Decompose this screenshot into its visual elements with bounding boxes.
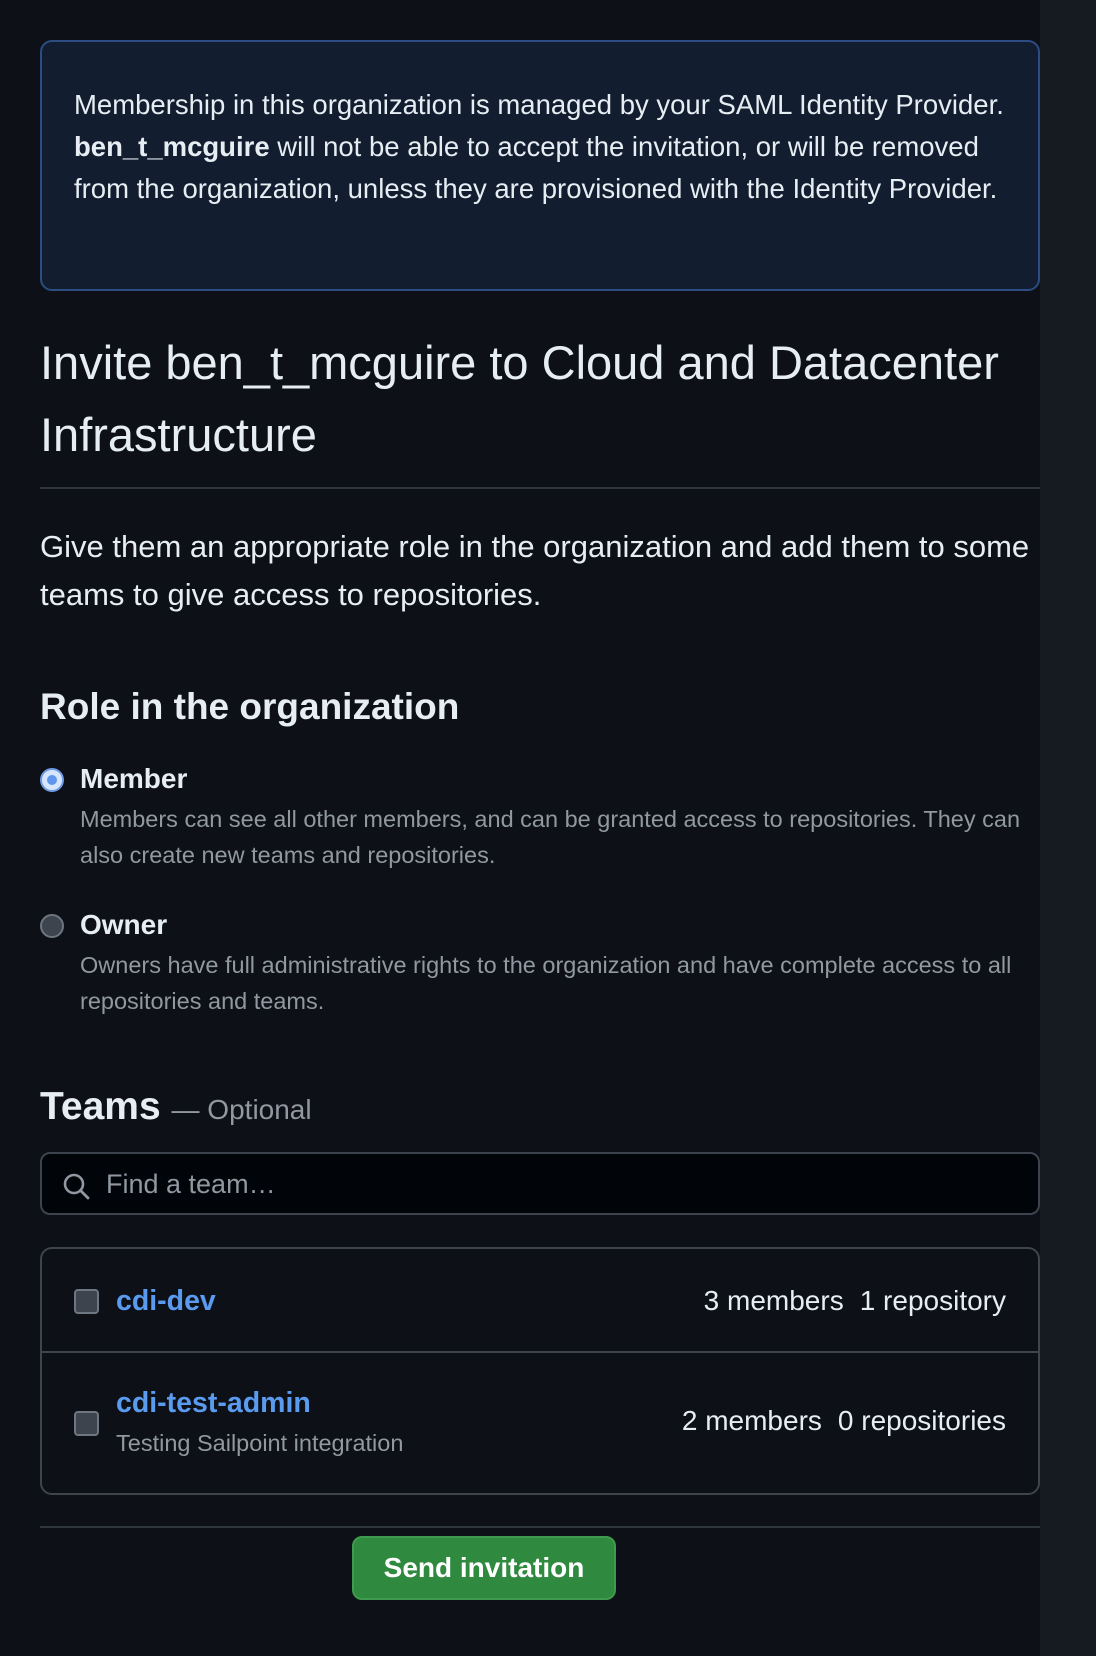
teams-heading-label: Teams	[40, 1085, 161, 1128]
role-option-member[interactable]: Member Members can see all other members…	[40, 761, 1040, 873]
saml-notice: Membership in this organization is manag…	[40, 40, 1040, 291]
search-icon	[63, 1173, 90, 1200]
team-search[interactable]	[40, 1152, 1040, 1215]
team-list: cdi-dev 3 members 1 repository cdi-test-a…	[40, 1247, 1040, 1495]
team-stats: 2 members 0 repositories	[682, 1403, 1006, 1439]
role-description-owner: Owners have full administrative rights t…	[80, 952, 1012, 1014]
notice-text-before: Membership in this organization is manag…	[74, 89, 1004, 120]
team-search-input[interactable]	[106, 1164, 1006, 1204]
team-row[interactable]: cdi-test-admin Testing Sailpoint integra…	[42, 1353, 1038, 1493]
team-member-count: 2 members	[681, 1405, 822, 1436]
notice-username: ben_t_mcguire	[74, 131, 270, 162]
team-link-cdi-dev[interactable]: cdi-dev	[116, 1283, 216, 1319]
page-title: Invite ben_t_mcguire to Cloud and Datace…	[40, 327, 1040, 489]
member-radio[interactable]	[40, 768, 64, 792]
role-option-owner[interactable]: Owner Owners have full administrative ri…	[40, 907, 1040, 1019]
team-row[interactable]: cdi-dev 3 members 1 repository	[42, 1249, 1038, 1353]
page-lead: Give them an appropriate role in the org…	[40, 529, 1030, 612]
role-description-member: Members can see all other members, and c…	[80, 806, 1021, 868]
team-stats: 3 members 1 repository	[704, 1283, 1006, 1319]
role-heading: Role in the organization	[40, 686, 460, 727]
role-label-owner[interactable]: Owner	[80, 907, 1040, 943]
invite-form: Membership in this organization is manag…	[40, 40, 1040, 1528]
team-repository-count: 0 repositories	[837, 1405, 1006, 1436]
team-description: Testing Sailpoint integration	[116, 1430, 404, 1456]
footer-divider	[40, 1526, 1040, 1528]
role-label-member[interactable]: Member	[80, 761, 1040, 797]
teams-optional-label: — Optional	[171, 1094, 312, 1125]
owner-radio[interactable]	[40, 914, 64, 938]
right-edge-panel	[1040, 0, 1096, 1656]
team-checkbox-cdi-dev[interactable]	[74, 1289, 99, 1314]
team-repository-count: 1 repository	[859, 1285, 1006, 1316]
team-link-cdi-test-admin[interactable]: cdi-test-admin	[116, 1385, 311, 1421]
send-invitation-wrapper: Send invitation	[352, 1536, 616, 1600]
team-checkbox-cdi-test-admin[interactable]	[74, 1411, 99, 1436]
teams-heading: Teams — Optional	[40, 1081, 1040, 1136]
team-member-count: 3 members	[703, 1285, 844, 1316]
send-invitation-button[interactable]: Send invitation	[352, 1536, 616, 1600]
